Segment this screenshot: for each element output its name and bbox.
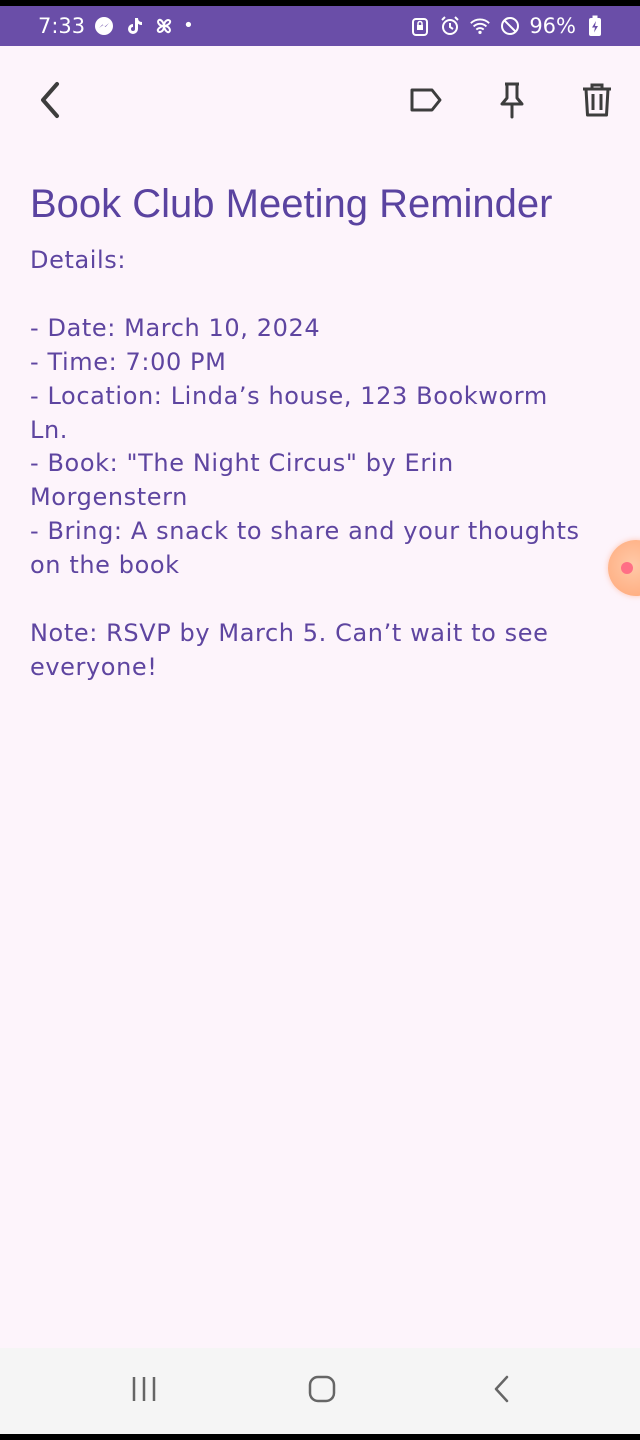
note-title[interactable]: Book Club Meeting Reminder [30,178,620,230]
back-button[interactable] [22,74,78,130]
home-icon [307,1374,337,1408]
note-body-line: - Date: March 10, 2024 [30,313,321,342]
note-body[interactable]: Details: - Date: March 10, 2024 - Time: … [30,244,620,685]
note-content: Book Club Meeting Reminder Details: - Da… [30,178,620,685]
note-body-line: - Bring: A snack to share and your thoug… [30,517,580,546]
trash-icon [581,82,613,122]
note-body-line [30,278,620,312]
alarm-icon [439,15,461,37]
wifi-icon [469,15,491,37]
label-button[interactable] [398,74,454,130]
note-body-line [30,583,620,617]
note-body-line: - Location: Linda’s house, 123 Bookworm [30,381,548,410]
bubble-indicator-dot [621,562,633,574]
label-icon [409,86,443,118]
note-body-line: Note: RSVP by March 5. Can’t wait to see [30,618,549,647]
pin-icon [498,81,526,123]
status-right: 96% [409,14,606,38]
recents-button[interactable] [114,1366,174,1416]
note-body-line: on the book [30,551,180,580]
note-body-line: - Book: "The Night Circus" by Erin [30,449,454,478]
system-back-button[interactable] [472,1366,532,1416]
back-icon [490,1374,514,1408]
tiktok-icon [123,15,145,37]
status-bar: 7:33 • 96% [0,6,640,46]
battery-charging-icon [584,15,606,37]
more-notifications-dot: • [183,15,194,36]
app-bar [0,46,640,158]
note-body-line: Details: [30,246,127,274]
home-button[interactable] [292,1366,352,1416]
app-lock-icon [409,15,431,37]
note-body-line: - Time: 7:00 PM [30,347,227,376]
pin-button[interactable] [484,74,540,130]
note-body-line: Morgenstern [30,483,188,512]
bottom-edge [0,1434,640,1440]
pinwheel-icon [153,15,175,37]
do-not-disturb-icon [499,15,521,37]
screen: 7:33 • 96% Book Club Meeting Reminder De… [0,0,640,1440]
navigation-bar [0,1348,640,1434]
delete-button[interactable] [569,74,625,130]
status-left: 7:33 • [38,14,194,38]
note-body-line: everyone! [30,652,158,681]
recents-icon [129,1374,159,1408]
messenger-icon [93,15,115,37]
note-body-line: Ln. [30,415,69,444]
chevron-left-icon [36,80,64,124]
battery-percent: 96% [529,14,576,38]
status-time: 7:33 [38,14,86,38]
